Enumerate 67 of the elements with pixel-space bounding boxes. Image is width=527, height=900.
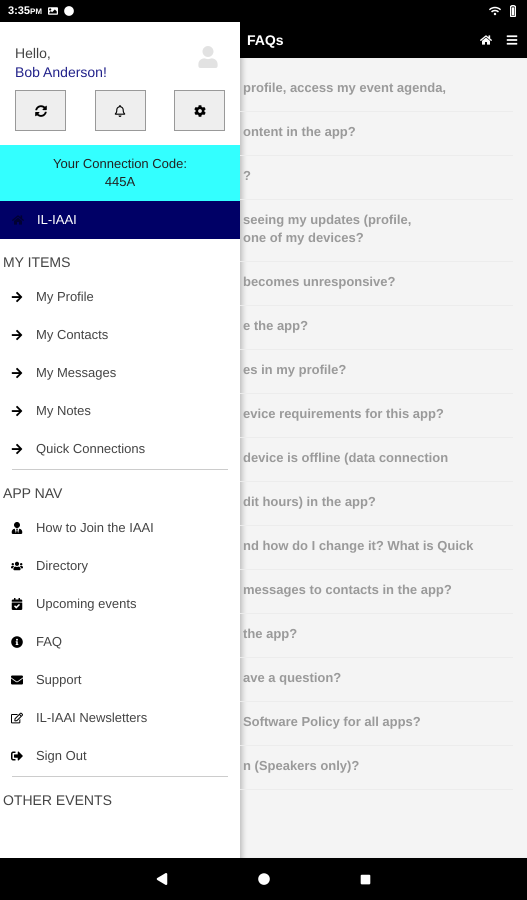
edit-icon	[11, 712, 23, 724]
envelope-icon	[11, 674, 23, 686]
bell-icon	[114, 104, 126, 116]
current-event-bar[interactable]: IL-IAAI	[0, 201, 240, 239]
arrow-icon	[11, 367, 23, 379]
menu-item[interactable]: How to Join the IAAI	[0, 509, 240, 547]
connection-code: 445A	[104, 173, 136, 191]
image-icon	[48, 6, 58, 16]
page-title: FAQs	[247, 30, 284, 50]
menu-item[interactable]: Support	[0, 661, 240, 699]
back-icon[interactable]	[156, 873, 168, 885]
question-text[interactable]: nd how do I change it? What is Quick	[243, 537, 513, 555]
menu-item[interactable]: My Notes	[0, 392, 240, 430]
home-circle-icon[interactable]	[258, 873, 270, 885]
calendar-icon	[11, 598, 23, 610]
settings-button[interactable]	[174, 90, 225, 131]
arrow-icon	[11, 291, 23, 303]
question-text[interactable]: ave a question?	[243, 669, 513, 687]
menu-item[interactable]: FAQ	[0, 623, 240, 661]
menu-item[interactable]: My Messages	[0, 354, 240, 392]
settings-icon	[194, 104, 206, 116]
status-time: 3:35PM	[8, 4, 42, 19]
section-heading: MY ITEMS	[2, 253, 72, 272]
connection-label: Your Connection Code:	[53, 155, 187, 173]
question-text[interactable]: n (Speakers only)?	[243, 757, 513, 775]
battery-icon	[507, 5, 519, 17]
question-text[interactable]: profile, access my event agenda,	[243, 79, 513, 97]
question-text[interactable]: one of my devices?	[243, 229, 513, 247]
overview-icon[interactable]	[360, 874, 371, 884]
arrow-icon	[11, 329, 23, 341]
info-icon	[11, 636, 23, 648]
group-icon	[11, 560, 23, 572]
question-text[interactable]: ?	[243, 167, 513, 185]
question-text[interactable]: dit hours) in the app?	[243, 493, 513, 511]
person-icon	[11, 522, 23, 534]
notification-icon	[64, 6, 74, 16]
section-heading: OTHER EVENTS	[2, 791, 113, 810]
avatar-icon	[198, 46, 218, 68]
question-text[interactable]: evice requirements for this app?	[243, 405, 513, 423]
arrow-icon	[11, 405, 23, 417]
question-text[interactable]: device is offline (data connection	[243, 449, 513, 467]
menu-item[interactable]: My Profile	[0, 278, 240, 316]
arrow-icon	[11, 443, 23, 455]
menu-item[interactable]: Directory	[0, 547, 240, 585]
wifi-icon	[489, 5, 501, 17]
refresh-icon	[34, 104, 46, 116]
question-text[interactable]: seeing my updates (profile,	[243, 211, 513, 229]
question-text[interactable]: e the app?	[243, 317, 513, 335]
user-name: Bob Anderson!	[15, 63, 107, 82]
menu-item[interactable]: Upcoming events	[0, 585, 240, 623]
question-text[interactable]: Software Policy for all apps?	[243, 713, 513, 731]
home-icon[interactable]	[480, 34, 492, 46]
menu-icon[interactable]	[506, 34, 518, 46]
menu-item[interactable]: IL-IAAI Newsletters	[0, 699, 240, 737]
sign-out-icon	[11, 750, 23, 762]
greeting-text: Hello,	[15, 44, 52, 63]
refresh-button[interactable]	[15, 90, 66, 131]
question-text[interactable]: becomes unresponsive?	[243, 273, 513, 291]
section-heading: APP NAV	[2, 484, 64, 503]
question-text[interactable]: the app?	[243, 625, 513, 643]
home-icon	[12, 214, 24, 226]
question-text[interactable]: ontent in the app?	[243, 123, 513, 141]
menu-item[interactable]: Quick Connections	[0, 430, 240, 468]
question-text[interactable]: messages to contacts in the app?	[243, 581, 513, 599]
question-text[interactable]: es in my profile?	[243, 361, 513, 379]
menu-item[interactable]: My Contacts	[0, 316, 240, 354]
menu-item[interactable]: Sign Out	[0, 737, 240, 775]
